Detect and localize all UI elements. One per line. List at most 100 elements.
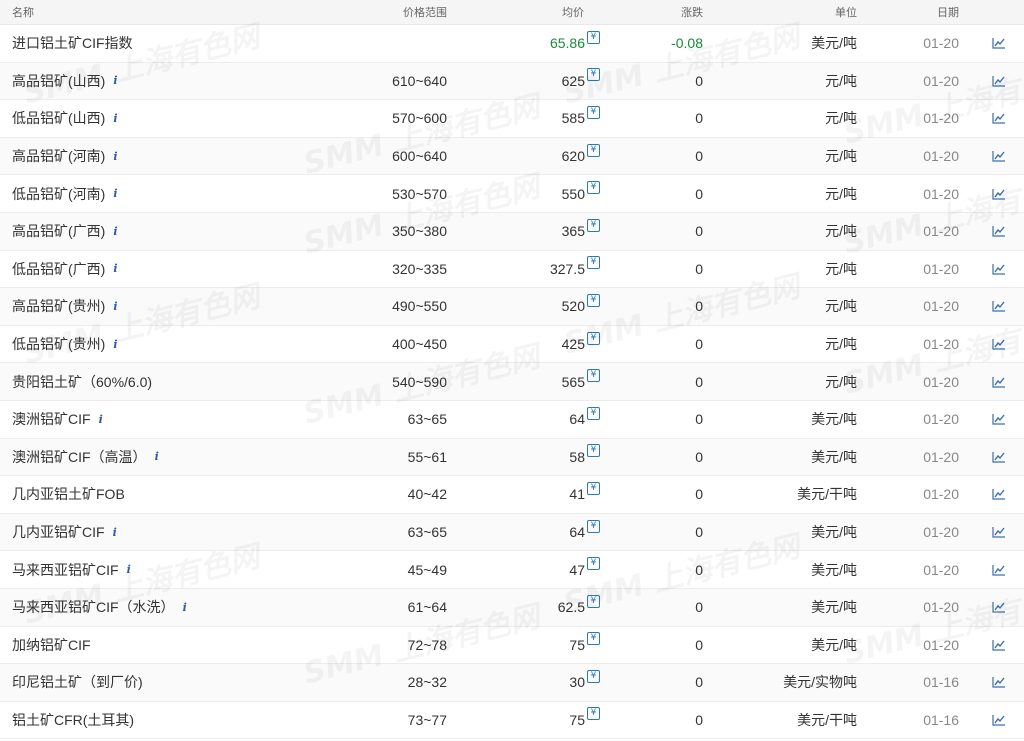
product-name[interactable]: 印尼铝土矿（到厂价) [12,664,143,701]
product-name[interactable]: 低品铝矿(贵州) i [12,326,118,363]
price-change: 0 [695,110,703,127]
price-range: 40~42 [407,486,447,503]
table-row[interactable]: 低品铝矿(广西) i 320~335 327.5 ¥0 元/吨 01-20 [0,250,1024,289]
average-price-value: 30 [569,674,585,691]
trend-chart-icon[interactable] [992,25,1006,62]
info-icon[interactable]: i [113,187,117,200]
product-name[interactable]: 马来西亚铝矿CIF（水洗） i [12,589,187,626]
table-row[interactable]: 进口铝土矿CIF指数 65.86 ¥ -0.08 美元/吨 01-20 [0,25,1024,63]
currency-convert-icon[interactable]: ¥ [587,669,600,683]
product-name[interactable]: 加纳铝矿CIF [12,627,91,664]
product-name[interactable]: 几内亚铝土矿FOB [12,476,125,513]
currency-convert-icon[interactable]: ¥ [587,444,600,458]
product-name[interactable]: 铝土矿CFR(土耳其) [12,702,134,739]
table-row[interactable]: 澳洲铝矿CIF i 63~65 64 ¥0 美元/吨 01-20 [0,400,1024,439]
product-name[interactable]: 澳洲铝矿CIF i [12,401,103,438]
trend-chart-icon[interactable] [992,702,1006,739]
currency-convert-icon[interactable]: ¥ [587,331,600,345]
info-icon[interactable]: i [113,526,117,539]
price-range: 63~65 [407,524,447,541]
info-icon[interactable]: i [113,338,117,351]
table-row[interactable]: 高品铝矿(山西) i 610~640 625 ¥0 元/吨 01-20 [0,62,1024,101]
currency-convert-icon[interactable]: ¥ [587,30,600,44]
trend-chart-icon[interactable] [992,589,1006,626]
product-name[interactable]: 高品铝矿(贵州) i [12,288,118,325]
info-icon[interactable]: i [113,74,117,87]
trend-chart-icon[interactable] [992,551,1006,588]
trend-chart-icon[interactable] [992,514,1006,551]
currency-convert-icon[interactable]: ¥ [587,105,600,119]
table-row[interactable]: 低品铝矿(山西) i 570~600 585 ¥0 元/吨 01-20 [0,100,1024,138]
date: 01-20 [923,223,959,240]
table-row[interactable]: 加纳铝矿CIF 72~78 75 ¥0 美元/吨 01-20 [0,626,1024,665]
table-row[interactable]: 贵阳铝土矿（60%/6.0) 540~590 565 ¥0 元/吨 01-20 [0,363,1024,401]
product-name[interactable]: 低品铝矿(广西) i [12,251,118,288]
currency-convert-icon[interactable]: ¥ [587,406,600,420]
trend-chart-icon[interactable] [992,175,1006,212]
info-icon[interactable]: i [127,563,131,576]
trend-chart-icon[interactable] [992,100,1006,137]
date: 01-20 [923,524,959,541]
currency-convert-icon[interactable]: ¥ [587,68,600,82]
date: 01-16 [923,674,959,691]
table-row[interactable]: 几内亚铝矿CIF i 63~65 64 ¥0 美元/吨 01-20 [0,513,1024,552]
trend-chart-icon[interactable] [992,363,1006,400]
trend-chart-icon[interactable] [992,627,1006,664]
product-name[interactable]: 马来西亚铝矿CIF i [12,551,131,588]
currency-convert-icon[interactable]: ¥ [587,143,600,157]
table-row[interactable]: 几内亚铝土矿FOB 40~42 41 ¥0 美元/干吨 01-20 [0,476,1024,514]
date: 01-20 [923,336,959,353]
info-icon[interactable]: i [113,225,117,238]
table-row[interactable]: 马来西亚铝矿CIF（水洗） i 61~64 62.5 ¥0 美元/吨 01-20 [0,588,1024,627]
currency-convert-icon[interactable]: ¥ [587,594,600,608]
trend-chart-icon[interactable] [992,63,1006,100]
price-change: 0 [695,599,703,616]
trend-chart-icon[interactable] [992,251,1006,288]
table-row[interactable]: 高品铝矿(广西) i 350~380 365 ¥0 元/吨 01-20 [0,212,1024,251]
table-row[interactable]: 低品铝矿(贵州) i 400~450 425 ¥0 元/吨 01-20 [0,325,1024,364]
currency-convert-icon[interactable]: ¥ [587,369,600,383]
info-icon[interactable]: i [113,300,117,313]
product-name[interactable]: 高品铝矿(广西) i [12,213,118,250]
currency-convert-icon[interactable]: ¥ [587,481,600,495]
table-row[interactable]: 高品铝矿(贵州) i 490~550 520 ¥0 元/吨 01-20 [0,288,1024,326]
info-icon[interactable]: i [113,262,117,275]
product-name[interactable]: 低品铝矿(山西) i [12,100,118,137]
currency-convert-icon[interactable]: ¥ [587,256,600,270]
currency-convert-icon[interactable]: ¥ [587,293,600,307]
trend-chart-icon[interactable] [992,476,1006,513]
trend-chart-icon[interactable] [992,288,1006,325]
unit: 美元/吨 [811,448,857,465]
product-name[interactable]: 进口铝土矿CIF指数 [12,25,133,62]
table-row[interactable]: 印尼铝土矿（到厂价) 28~32 30 ¥0 美元/实物吨 01-16 [0,664,1024,702]
table-row[interactable]: 铝土矿CFR(土耳其) 73~77 75 ¥0 美元/干吨 01-16 [0,701,1024,740]
trend-chart-icon[interactable] [992,213,1006,250]
currency-convert-icon[interactable]: ¥ [587,519,600,533]
currency-convert-icon[interactable]: ¥ [587,557,600,571]
trend-chart-icon[interactable] [992,326,1006,363]
table-row[interactable]: 低品铝矿(河南) i 530~570 550 ¥0 元/吨 01-20 [0,175,1024,213]
product-name[interactable]: 贵阳铝土矿（60%/6.0) [12,363,152,400]
product-name[interactable]: 几内亚铝矿CIF i [12,514,117,551]
currency-convert-icon[interactable]: ¥ [587,181,600,195]
trend-chart-icon[interactable] [992,401,1006,438]
trend-chart-icon[interactable] [992,439,1006,476]
product-name[interactable]: 高品铝矿(河南) i [12,138,118,175]
info-icon[interactable]: i [155,450,159,463]
trend-chart-icon[interactable] [992,138,1006,175]
info-icon[interactable]: i [113,150,117,163]
table-row[interactable]: 澳洲铝矿CIF（高温） i 55~61 58 ¥0 美元/吨 01-20 [0,438,1024,477]
table-row[interactable]: 高品铝矿(河南) i 600~640 620 ¥0 元/吨 01-20 [0,137,1024,176]
info-icon[interactable]: i [113,112,117,125]
product-name[interactable]: 高品铝矿(山西) i [12,63,118,100]
info-icon[interactable]: i [99,413,103,426]
currency-convert-icon[interactable]: ¥ [587,632,600,646]
product-name[interactable]: 低品铝矿(河南) i [12,175,118,212]
currency-convert-icon[interactable]: ¥ [587,218,600,232]
product-name-label: 马来西亚铝矿CIF（水洗） [12,599,175,616]
trend-chart-icon[interactable] [992,664,1006,701]
table-row[interactable]: 马来西亚铝矿CIF i 45~49 47 ¥0 美元/吨 01-20 [0,551,1024,589]
currency-convert-icon[interactable]: ¥ [587,707,600,721]
product-name[interactable]: 澳洲铝矿CIF（高温） i [12,439,159,476]
info-icon[interactable]: i [183,601,187,614]
